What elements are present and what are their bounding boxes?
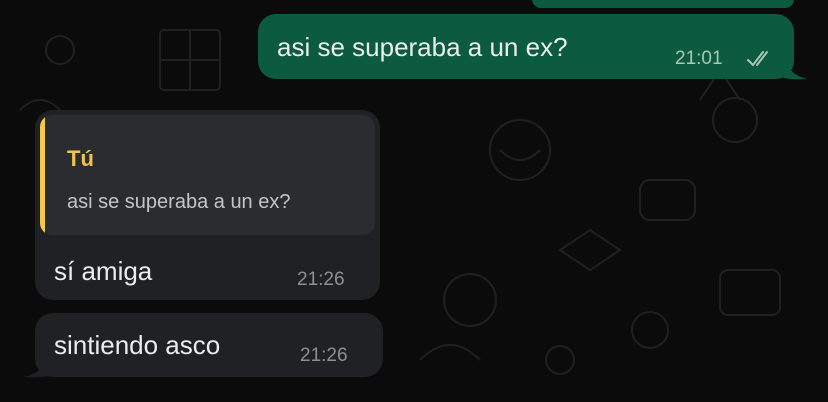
previous-message-bubble-edge bbox=[532, 0, 794, 8]
quote-accent-bar bbox=[40, 115, 45, 235]
quoted-message[interactable]: Tú asi se superaba a un ex? bbox=[40, 115, 375, 235]
message-text: sintiendo asco bbox=[54, 330, 221, 360]
incoming-bubble-tail bbox=[24, 356, 48, 378]
double-check-icon bbox=[746, 50, 774, 73]
quote-text: asi se superaba a un ex? bbox=[67, 191, 291, 213]
outgoing-bubble-tail bbox=[784, 58, 808, 80]
message-text: sí amiga bbox=[54, 256, 153, 286]
message-time: 21:01 bbox=[675, 48, 723, 69]
quote-author: Tú bbox=[67, 146, 94, 171]
message-time: 21:26 bbox=[300, 345, 348, 366]
message-text: asi se superaba a un ex? bbox=[277, 32, 568, 62]
incoming-message[interactable]: sintiendo asco 21:26 bbox=[35, 313, 383, 377]
message-time: 21:26 bbox=[297, 269, 345, 290]
outgoing-message[interactable]: asi se superaba a un ex? 21:01 bbox=[258, 14, 794, 79]
incoming-message-with-reply[interactable]: Tú asi se superaba a un ex? sí amiga 21:… bbox=[35, 110, 380, 300]
